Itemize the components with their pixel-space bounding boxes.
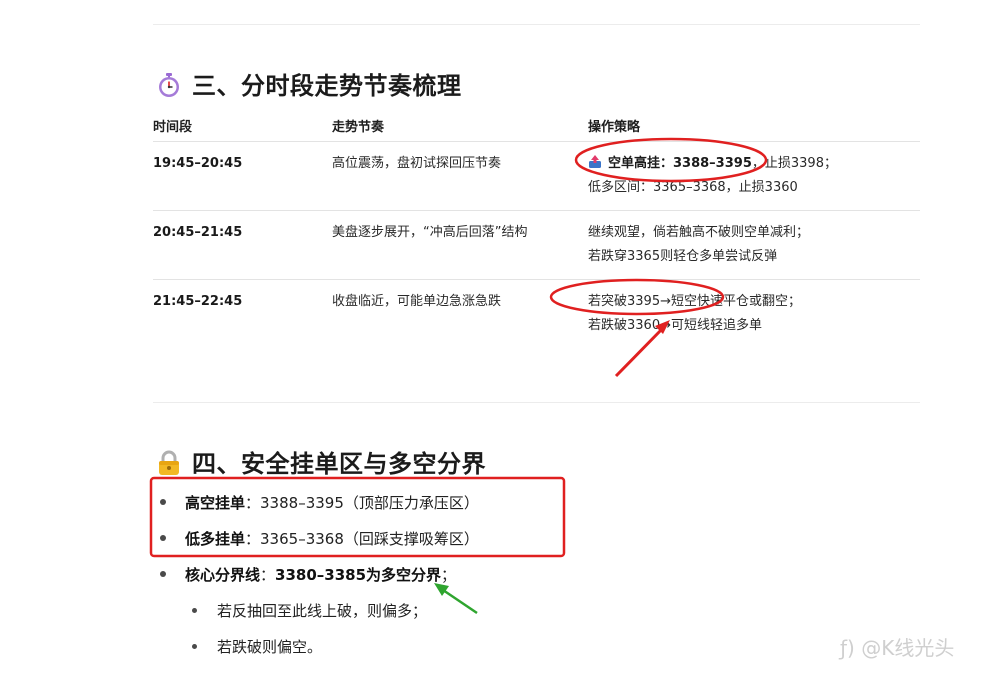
- row-strategy-line2: 若跌破3360→可短线轻追多单: [588, 318, 762, 333]
- green-arrow-annotation: [439, 586, 478, 615]
- section-title-orders: 四、安全挂单区与多空分界: [156, 444, 486, 479]
- sub-item-text: 若跌破则偏空。: [217, 638, 323, 656]
- down-arrow-box-icon: [589, 155, 601, 168]
- bullet-dot: [160, 571, 166, 577]
- lock-icon: [159, 450, 179, 475]
- bullet-dot: [192, 608, 197, 613]
- item-value-bold: 3380–3385为多空分界: [275, 566, 442, 584]
- row-time: 20:45–21:45: [153, 225, 243, 240]
- table-row-divider: [153, 210, 920, 211]
- row-strategy-line2: 若跌穿3365则轻仓多单尝试反弹: [588, 249, 778, 264]
- table-row-divider: [153, 279, 920, 280]
- item-value: ：3365–3368（回踩支撑吸筹区）: [245, 530, 479, 548]
- bullet-dot: [192, 644, 197, 649]
- table-header-time: 时间段: [153, 120, 193, 135]
- section-title-text: 三、分时段走势节奏梳理: [192, 72, 462, 100]
- row-time: 21:45–22:45: [153, 294, 243, 309]
- item-label: 低多挂单: [185, 530, 246, 548]
- section-title-timeline: 三、分时段走势节奏梳理: [156, 66, 462, 101]
- item-value: ；: [441, 566, 457, 584]
- table-header-trend: 走势节奏: [332, 120, 385, 135]
- row-strategy-line1: 空单高挂：3388–3395，止损3398；: [588, 152, 837, 176]
- stopwatch-icon: [159, 73, 179, 97]
- top-divider: [153, 24, 920, 25]
- item-sep: ：: [260, 566, 276, 584]
- sub-item-text: 若反抽回至此线上破，则偏多；: [217, 602, 428, 620]
- item-label: 高空挂单: [185, 494, 246, 512]
- watermark: ƒ) @K线光头: [840, 636, 955, 660]
- strategy-rest: ，止损3398；: [751, 156, 837, 171]
- table-header-strategy: 操作策略: [588, 120, 641, 135]
- section-title-text: 四、安全挂单区与多空分界: [192, 450, 486, 478]
- bullet-dot: [160, 535, 166, 541]
- row-strategy-line2: 低多区间：3365–3368，止损3360: [588, 180, 798, 195]
- table-header-divider: [153, 141, 920, 142]
- row-trend: 收盘临近，可能单边急涨急跌: [332, 294, 502, 309]
- item-value: ：3388–3395（顶部压力承压区）: [245, 494, 479, 512]
- row-time: 19:45–20:45: [153, 156, 243, 171]
- bullet-dot: [160, 499, 166, 505]
- row-trend: 美盘逐步展开，“冲高后回落”结构: [332, 225, 528, 240]
- section-divider: [153, 402, 920, 403]
- row-strategy-line1: 若突破3395→短空快速平仓或翻空；: [588, 294, 801, 309]
- row-strategy-line1: 继续观望，倘若触高不破则空单减利；: [588, 225, 810, 240]
- strategy-bold: 空单高挂：3388–3395: [608, 156, 752, 171]
- row-trend: 高位震荡，盘初试探回压节奏: [332, 156, 502, 171]
- annotation-layer: [149, 137, 768, 615]
- item-label: 核心分界线: [185, 566, 261, 584]
